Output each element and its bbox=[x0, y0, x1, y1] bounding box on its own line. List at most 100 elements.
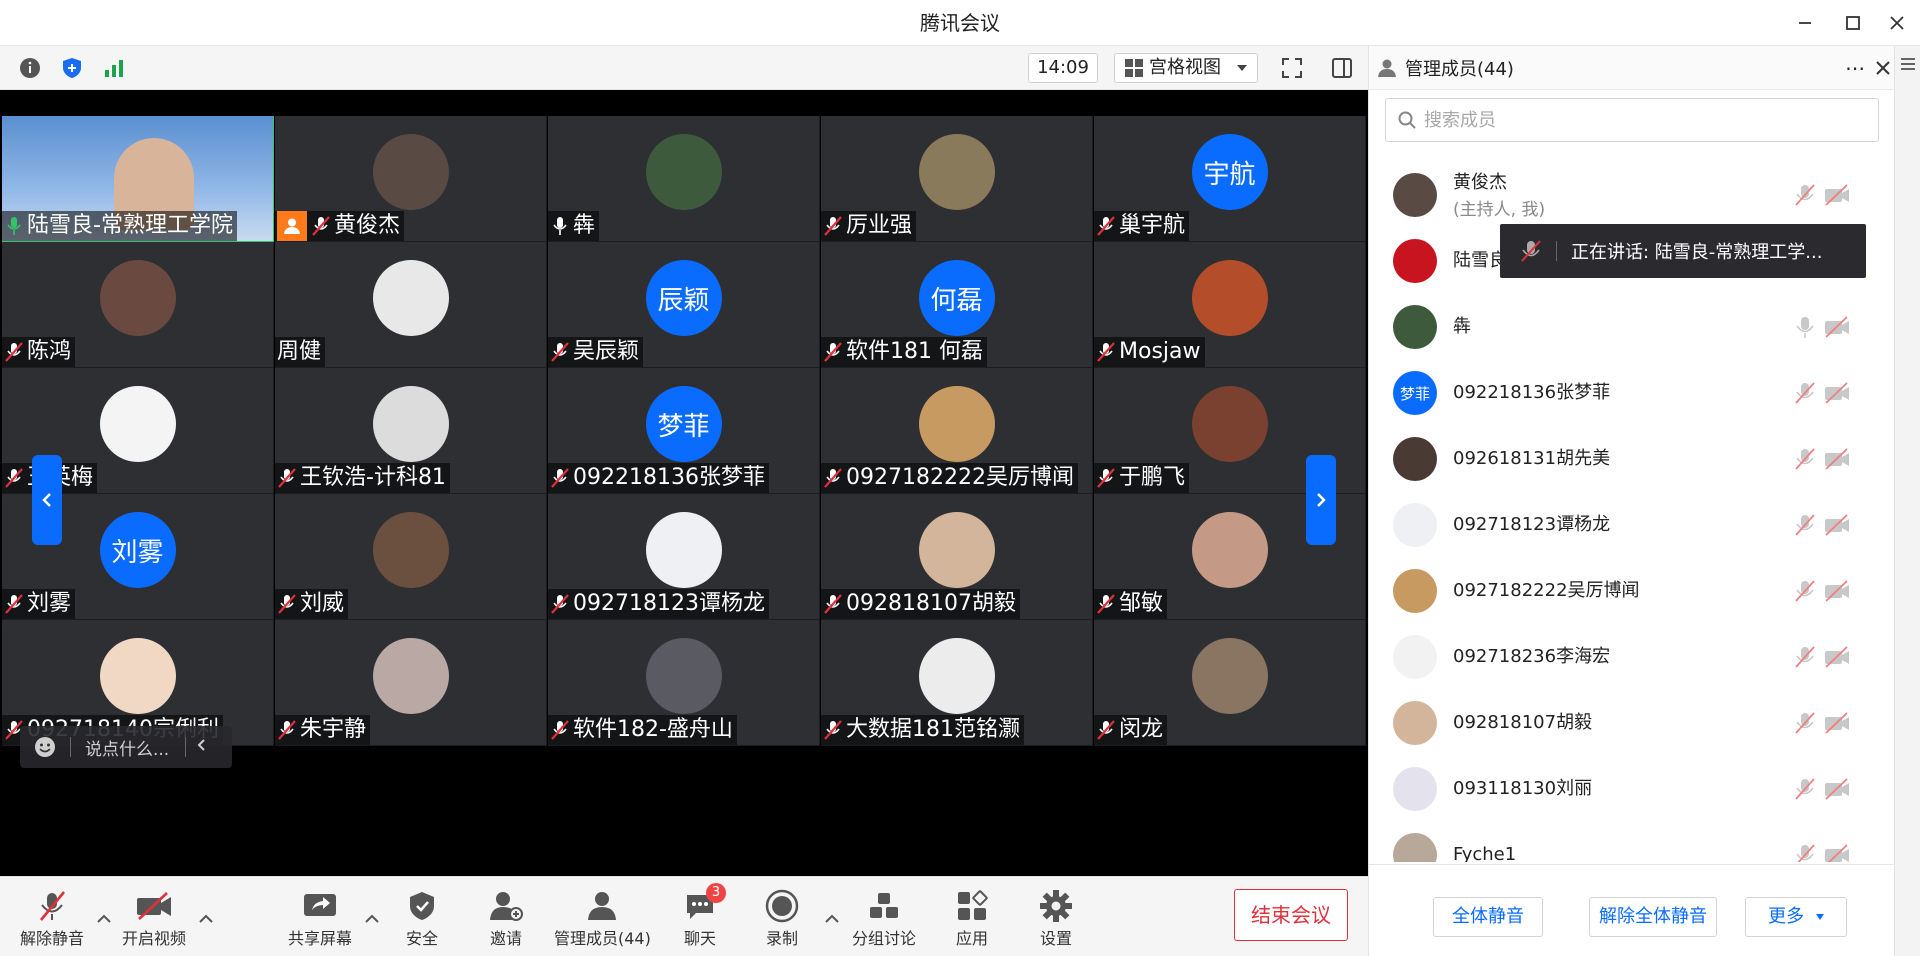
member-row[interactable]: 犇 bbox=[1369, 294, 1895, 360]
meeting-clock: 14:09 bbox=[1028, 53, 1098, 83]
member-row[interactable]: Fyche1 bbox=[1369, 822, 1895, 862]
mic-icon[interactable] bbox=[1793, 315, 1817, 339]
participant-name: 王钦浩-计科81 bbox=[300, 465, 446, 490]
participant-tile[interactable]: 王钦浩-计科81 bbox=[275, 368, 547, 494]
breakout-rooms-label: 分组讨论 bbox=[852, 929, 917, 948]
participant-tile[interactable]: 梦菲 092218136张梦菲 bbox=[548, 368, 820, 494]
record-button[interactable]: 录制 bbox=[762, 889, 802, 949]
quick-chat-bubble[interactable]: 说点什么... bbox=[20, 726, 232, 768]
member-row[interactable]: 0927182222吴厉博闻 bbox=[1369, 558, 1895, 624]
mic-muted-icon[interactable] bbox=[1793, 777, 1817, 801]
invite-button[interactable]: 邀请 bbox=[486, 889, 526, 949]
camera-off-icon[interactable] bbox=[1823, 183, 1851, 207]
unmute-all-button[interactable]: 解除全体静音 bbox=[1589, 897, 1717, 937]
member-panel: 管理成员(44) ⋯ 黄俊杰 (主持人, 我) 陆雪良犇梦菲 092218136张梦菲… bbox=[1368, 46, 1895, 956]
audio-options-chevron-icon[interactable] bbox=[96, 913, 112, 925]
participant-tile[interactable]: 刘威 bbox=[275, 494, 547, 620]
participant-name-tag: 刘威 bbox=[275, 589, 349, 619]
camera-off-icon[interactable] bbox=[1823, 777, 1851, 801]
participant-tile[interactable]: 092718123谭杨龙 bbox=[548, 494, 820, 620]
participant-tile[interactable]: 宇航 巢宇航 bbox=[1094, 116, 1366, 242]
share-screen-button[interactable]: 共享屏幕 bbox=[288, 889, 352, 949]
sidebar-toggle-icon[interactable] bbox=[1328, 54, 1356, 82]
member-row[interactable]: 梦菲 092218136张梦菲 bbox=[1369, 360, 1895, 426]
member-row[interactable]: 092718236李海宏 bbox=[1369, 624, 1895, 690]
apps-button[interactable]: 应用 bbox=[952, 889, 992, 949]
start-video-button[interactable]: 开启视频 bbox=[122, 889, 186, 949]
participant-tile[interactable]: 厉业强 bbox=[821, 116, 1093, 242]
mic-muted-icon[interactable] bbox=[1793, 711, 1817, 735]
shield-icon[interactable] bbox=[58, 54, 86, 82]
member-row[interactable]: 092618131胡先美 bbox=[1369, 426, 1895, 492]
mic-muted-icon[interactable] bbox=[1793, 843, 1817, 862]
participant-tile[interactable]: 何磊 软件181 何磊 bbox=[821, 242, 1093, 368]
share-options-chevron-icon[interactable] bbox=[364, 913, 380, 925]
manage-members-button[interactable]: 管理成员(44) bbox=[554, 889, 651, 949]
member-search-input[interactable] bbox=[1424, 109, 1864, 131]
participant-tile[interactable]: 犇 bbox=[548, 116, 820, 242]
menu-icon[interactable] bbox=[1901, 58, 1915, 70]
member-search-box[interactable] bbox=[1385, 98, 1879, 142]
participant-tile[interactable]: 辰颖 吴辰颖 bbox=[548, 242, 820, 368]
member-row[interactable]: 092718123谭杨龙 bbox=[1369, 492, 1895, 558]
maximize-button[interactable] bbox=[1838, 8, 1868, 38]
participant-tile[interactable]: 软件182-盛舟山 bbox=[548, 620, 820, 746]
close-panel-icon[interactable] bbox=[1872, 57, 1894, 79]
mic-muted-icon[interactable] bbox=[1793, 183, 1817, 207]
member-row[interactable]: 黄俊杰 (主持人, 我) bbox=[1369, 162, 1895, 228]
mic-muted-icon[interactable] bbox=[1793, 513, 1817, 537]
member-row[interactable]: 093118130刘丽 bbox=[1369, 756, 1895, 822]
participant-tile[interactable]: 陈鸿 bbox=[2, 242, 274, 368]
view-mode-select[interactable]: 宫格视图 bbox=[1114, 53, 1258, 83]
participant-name-tag: 巢宇航 bbox=[1094, 211, 1190, 241]
emoji-icon[interactable] bbox=[34, 736, 56, 758]
meeting-toolbar: 14:09 宫格视图 bbox=[0, 46, 1368, 90]
participant-tile[interactable]: 闵龙 bbox=[1094, 620, 1366, 746]
chat-button[interactable]: 3 聊天 bbox=[680, 883, 726, 949]
participant-tile[interactable]: 大数据181范铭灏 bbox=[821, 620, 1093, 746]
camera-off-icon[interactable] bbox=[1823, 711, 1851, 735]
close-button[interactable] bbox=[1882, 8, 1912, 38]
collapse-chevron-icon[interactable] bbox=[196, 737, 206, 757]
participant-tile[interactable]: 朱宇静 bbox=[275, 620, 547, 746]
participant-tile[interactable]: 092818107胡毅 bbox=[821, 494, 1093, 620]
participant-tile[interactable]: 陆雪良-常熟理工学院 bbox=[2, 116, 274, 242]
end-meeting-button[interactable]: 结束会议 bbox=[1234, 889, 1348, 941]
settings-button[interactable]: 设置 bbox=[1036, 889, 1076, 949]
mic-muted-icon[interactable] bbox=[1793, 645, 1817, 669]
video-options-chevron-icon[interactable] bbox=[198, 913, 214, 925]
mic-muted-icon[interactable] bbox=[1793, 447, 1817, 471]
participant-tile[interactable]: 0927182222吴厉博闻 bbox=[821, 368, 1093, 494]
minimize-button[interactable] bbox=[1790, 8, 1820, 38]
info-icon[interactable] bbox=[16, 54, 44, 82]
fullscreen-icon[interactable] bbox=[1278, 54, 1306, 82]
signal-icon[interactable] bbox=[100, 54, 128, 82]
breakout-rooms-button[interactable]: 分组讨论 bbox=[852, 889, 916, 949]
participant-avatar: 刘雾 bbox=[99, 512, 176, 588]
camera-off-icon[interactable] bbox=[1823, 381, 1851, 405]
participant-name: 0927182222吴厉博闻 bbox=[846, 465, 1074, 490]
record-options-chevron-icon[interactable] bbox=[824, 913, 840, 925]
mute-all-button[interactable]: 全体静音 bbox=[1433, 897, 1543, 937]
participant-tile[interactable]: Mosjaw bbox=[1094, 242, 1366, 368]
camera-off-icon[interactable] bbox=[1823, 447, 1851, 471]
camera-off-icon[interactable] bbox=[1823, 315, 1851, 339]
member-row[interactable]: 092818107胡毅 bbox=[1369, 690, 1895, 756]
camera-off-icon[interactable] bbox=[1823, 843, 1851, 862]
apps-icon bbox=[952, 889, 992, 923]
more-button[interactable]: 更多 bbox=[1745, 897, 1847, 937]
mic-muted-icon[interactable] bbox=[1793, 579, 1817, 603]
more-options-icon[interactable]: ⋯ bbox=[1845, 56, 1866, 80]
prev-page-button[interactable] bbox=[32, 455, 62, 545]
next-page-button[interactable] bbox=[1306, 455, 1336, 545]
camera-off-icon[interactable] bbox=[1823, 645, 1851, 669]
security-button[interactable]: 安全 bbox=[402, 889, 442, 949]
unmute-button[interactable]: 解除静音 bbox=[20, 889, 84, 949]
mic-muted-icon[interactable] bbox=[1793, 381, 1817, 405]
participant-tile[interactable]: 周健 bbox=[275, 242, 547, 368]
participant-name-tag: 邹敏 bbox=[1094, 589, 1168, 619]
participant-tile[interactable]: 黄俊杰 bbox=[275, 116, 547, 242]
camera-off-icon[interactable] bbox=[1823, 579, 1851, 603]
quick-chat-placeholder[interactable]: 说点什么... bbox=[85, 735, 169, 760]
camera-off-icon[interactable] bbox=[1823, 513, 1851, 537]
